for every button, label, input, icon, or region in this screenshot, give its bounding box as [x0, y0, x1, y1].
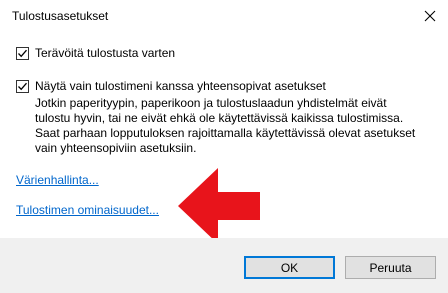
compatible-only-label[interactable]: Näytä vain tulostimeni kanssa yhteensopi…: [35, 79, 326, 94]
sharpen-checkbox[interactable]: [16, 47, 29, 60]
compatible-only-checkbox[interactable]: [16, 80, 29, 93]
description-line: tulostu hyvin, tai ne eivät ehkä ole käy…: [35, 111, 404, 125]
window-title: Tulostusasetukset: [12, 9, 109, 23]
red-arrow-icon: [178, 168, 260, 244]
cancel-button[interactable]: Peruuta: [345, 256, 436, 279]
compatibility-description: Jotkin paperityypin, paperikoon ja tulos…: [35, 96, 435, 156]
title-bar: Tulostusasetukset: [0, 0, 448, 31]
close-button[interactable]: [412, 0, 448, 31]
description-line: Saat parhaan lopputuloksen rajoittamalla…: [35, 126, 416, 140]
checkmark-icon: [18, 49, 27, 58]
close-icon: [424, 10, 436, 21]
ok-button[interactable]: OK: [244, 256, 335, 279]
printer-properties-link[interactable]: Tulostimen ominaisuudet...: [16, 203, 159, 217]
checkmark-icon: [18, 82, 27, 91]
description-line: Jotkin paperityypin, paperikoon ja tulos…: [35, 96, 387, 110]
sharpen-label[interactable]: Terävöitä tulostusta varten: [35, 46, 175, 61]
color-management-link[interactable]: Värienhallinta...: [16, 173, 99, 187]
description-line: vain yhteensopiviin asetuksiin.: [35, 141, 197, 155]
